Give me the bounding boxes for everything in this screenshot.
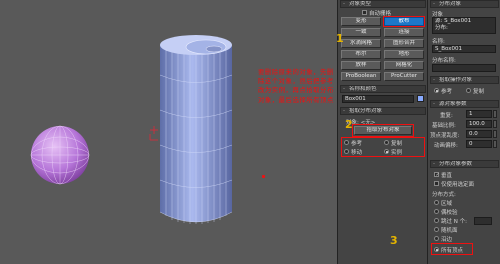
count-spinner[interactable] bbox=[493, 110, 497, 118]
pick-operand-header[interactable]: - 拾取操作对象 bbox=[430, 76, 499, 84]
step-marker-1: 1 bbox=[336, 32, 344, 45]
morph-button[interactable]: 变形 bbox=[341, 17, 381, 26]
objects-list[interactable]: 源: S_Box001 分布: bbox=[432, 17, 496, 34]
vertex-chaos-field[interactable]: 0.0 bbox=[466, 130, 492, 138]
anim-offset-spinner[interactable] bbox=[493, 140, 497, 148]
random-faces-label: 随机面 bbox=[441, 228, 458, 234]
base-scale-spinner[interactable] bbox=[493, 120, 497, 128]
list-item[interactable]: 源: S_Box001 bbox=[435, 18, 495, 25]
object-type-header[interactable]: - 对象类型 bbox=[340, 0, 426, 8]
anim-offset-field[interactable]: 0 bbox=[466, 140, 492, 148]
ref-radio[interactable] bbox=[434, 88, 439, 93]
perpendicular-label: 垂直 bbox=[441, 173, 453, 179]
base-scale-label: 基础比例: bbox=[432, 123, 456, 129]
procutter-button[interactable]: ProCutter bbox=[384, 72, 424, 81]
along-edges-radio[interactable] bbox=[434, 236, 439, 241]
terrain-button[interactable]: 地形 bbox=[384, 50, 424, 59]
modify-panel: - 分布对象 对象 源: S_Box001 分布: 名称: S_Box001 分布… bbox=[427, 0, 500, 264]
mesher-button[interactable]: 网格化 bbox=[384, 61, 424, 70]
copy-radio-right[interactable] bbox=[466, 88, 471, 93]
viewport-scene bbox=[30, 35, 233, 224]
autogrid-label: 自动栅格 bbox=[369, 11, 392, 17]
sphere-object[interactable] bbox=[30, 125, 90, 185]
skip-radio[interactable] bbox=[434, 218, 439, 223]
autogrid-checkbox[interactable] bbox=[362, 10, 367, 15]
object-color-swatch[interactable] bbox=[417, 95, 424, 102]
distribution-method-label: 分布方式: bbox=[432, 192, 456, 198]
name-color-header[interactable]: - 名称和颜色 bbox=[340, 85, 426, 93]
skip-n-field[interactable] bbox=[474, 217, 492, 225]
highlight-pick-button bbox=[352, 124, 414, 137]
perspective-viewport[interactable]: 要删除原来的对象，先删除这个对象，然后把参考改为实例，再点拾取分布对象，最后选择… bbox=[0, 0, 337, 264]
pick-distribution-header[interactable]: - 拾取分布对象 bbox=[340, 107, 426, 115]
object-name-field[interactable]: Box001 bbox=[342, 95, 414, 103]
connect-button[interactable]: 连接 bbox=[384, 28, 424, 37]
skip-label: 跳过 N 个: bbox=[441, 219, 467, 225]
even-radio[interactable] bbox=[434, 209, 439, 214]
vertex-chaos-label: 顶点混乱度: bbox=[430, 133, 460, 139]
perpendicular-checkbox[interactable] bbox=[434, 172, 440, 178]
ref-label: 参考 bbox=[441, 89, 453, 95]
step-marker-3: 3 bbox=[390, 234, 398, 247]
anim-offset-label: 动画偏移: bbox=[434, 143, 458, 149]
count-field[interactable]: 1 bbox=[466, 110, 492, 118]
name-label: 名称: bbox=[432, 39, 445, 45]
dist-params-header[interactable]: - 分布对象参数 bbox=[430, 160, 499, 168]
step-marker-2: 2 bbox=[345, 118, 353, 131]
area-radio[interactable] bbox=[434, 200, 439, 205]
annotation-text: 要删除原来的对象，先删除这个对象，然后把参考改为实例，再点拾取分布对象，最后选择… bbox=[258, 68, 334, 104]
copy-label-right: 复制 bbox=[473, 89, 485, 95]
blobmesh-button[interactable]: 水滴网格 bbox=[341, 39, 381, 48]
pivot-marker bbox=[149, 126, 158, 141]
loft-button[interactable]: 放样 bbox=[341, 61, 381, 70]
highlight-radio-group bbox=[341, 137, 425, 157]
count-label: 重复: bbox=[440, 113, 453, 119]
proboolean-button[interactable]: ProBoolean bbox=[341, 72, 381, 81]
list-item[interactable]: 分布: bbox=[435, 25, 495, 32]
scatter-button[interactable]: 散布 bbox=[383, 16, 425, 27]
shapemerge-button[interactable]: 图形合并 bbox=[384, 39, 424, 48]
random-faces-radio[interactable] bbox=[434, 227, 439, 232]
vertex-chaos-spinner[interactable] bbox=[493, 130, 497, 138]
annotation-dot bbox=[262, 175, 265, 178]
scatter-objects-header[interactable]: - 分布对象 bbox=[430, 0, 499, 8]
boolean-button[interactable]: 布尔 bbox=[341, 50, 381, 59]
conform-button[interactable]: 一致 bbox=[341, 28, 381, 37]
highlight-all-vertices bbox=[431, 243, 473, 255]
cylinder-object[interactable] bbox=[159, 35, 233, 224]
dist-name-field[interactable] bbox=[432, 64, 496, 72]
source-params-header[interactable]: - 源对象参数 bbox=[430, 100, 499, 108]
source-name-field[interactable]: S_Box001 bbox=[432, 45, 496, 53]
along-edges-label: 沿边 bbox=[441, 237, 453, 243]
selected-faces-checkbox[interactable] bbox=[434, 181, 439, 186]
area-label: 区域 bbox=[441, 201, 453, 207]
dist-name-label: 分布名称: bbox=[432, 58, 456, 64]
selected-faces-label: 仅使用选定面 bbox=[441, 182, 475, 188]
create-panel: - 对象类型 自动栅格 变形 散布 一致 连接 水滴网格 图形合并 布尔 地形 放… bbox=[337, 0, 427, 264]
base-scale-field[interactable]: 100.0 bbox=[466, 120, 492, 128]
even-label: 偶校验 bbox=[441, 210, 458, 216]
